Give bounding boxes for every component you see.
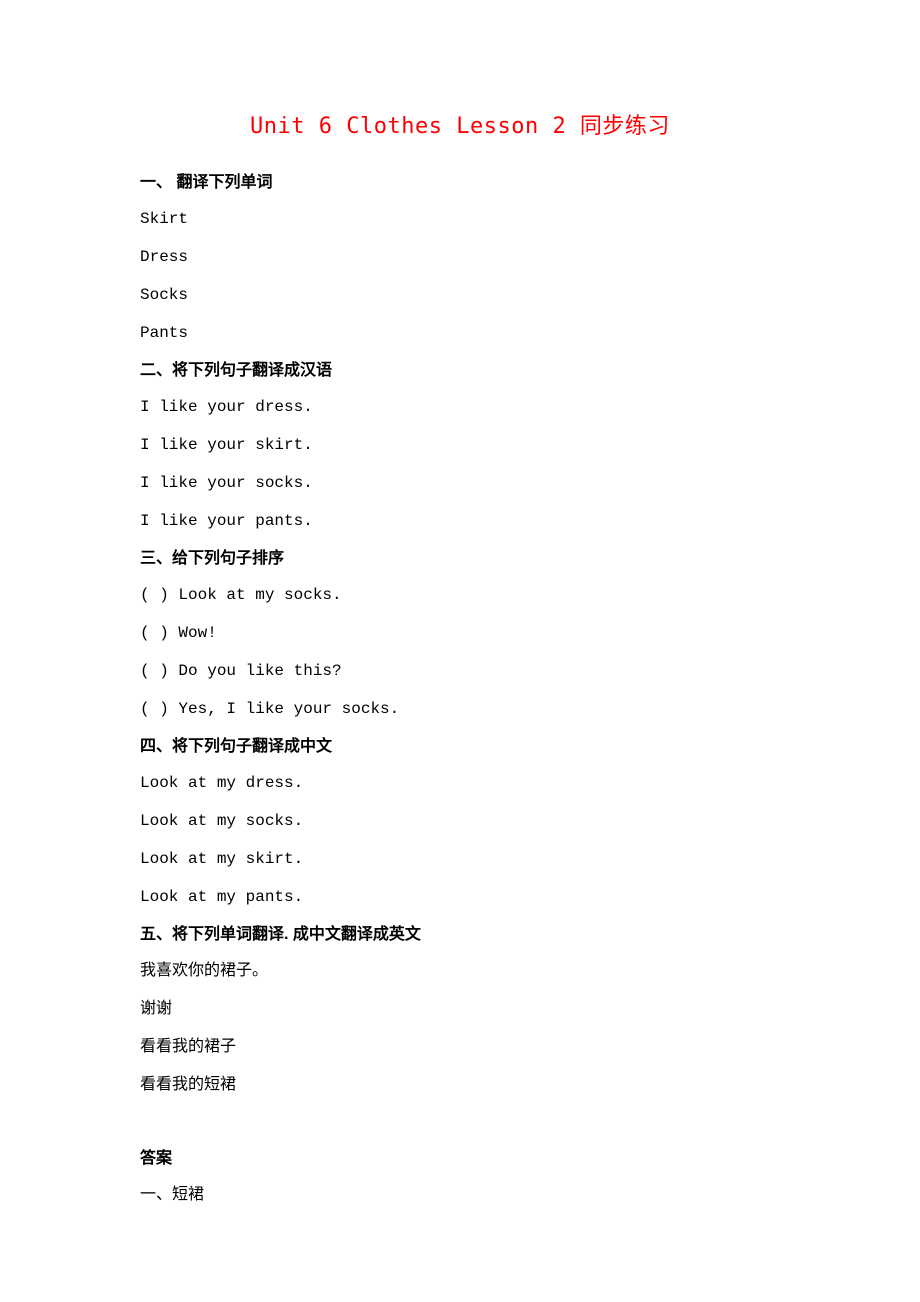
sentence-item: I like your dress. <box>140 395 780 419</box>
translation-item: 看看我的短裙 <box>140 1073 780 1097</box>
spacer <box>140 1111 780 1137</box>
sentence-item: Look at my socks. <box>140 809 780 833</box>
document-page: Unit 6 Clothes Lesson 2 同步练习 一、 翻译下列单词 S… <box>0 0 920 1302</box>
word-item: Socks <box>140 283 780 307</box>
section-4-heading: 四、将下列句子翻译成中文 <box>140 735 780 759</box>
sentence-item: I like your pants. <box>140 509 780 533</box>
answers-heading: 答案 <box>140 1147 780 1171</box>
section-3-heading: 三、给下列句子排序 <box>140 547 780 571</box>
sentence-item: I like your skirt. <box>140 433 780 457</box>
document-title: Unit 6 Clothes Lesson 2 同步练习 <box>140 110 780 143</box>
section-5-heading: 五、将下列单词翻译. 成中文翻译成英文 <box>140 923 780 947</box>
ordering-item: ( ) Look at my socks. <box>140 583 780 607</box>
sentence-item: I like your socks. <box>140 471 780 495</box>
section-1-heading: 一、 翻译下列单词 <box>140 171 780 195</box>
translation-item: 看看我的裙子 <box>140 1035 780 1059</box>
ordering-item: ( ) Wow! <box>140 621 780 645</box>
ordering-item: ( ) Do you like this? <box>140 659 780 683</box>
sentence-item: Look at my skirt. <box>140 847 780 871</box>
sentence-item: Look at my pants. <box>140 885 780 909</box>
sentence-item: Look at my dress. <box>140 771 780 795</box>
section-2-heading: 二、将下列句子翻译成汉语 <box>140 359 780 383</box>
translation-item: 我喜欢你的裙子。 <box>140 959 780 983</box>
ordering-item: ( ) Yes, I like your socks. <box>140 697 780 721</box>
answer-item: 一、短裙 <box>140 1183 780 1207</box>
word-item: Pants <box>140 321 780 345</box>
word-item: Skirt <box>140 207 780 231</box>
word-item: Dress <box>140 245 780 269</box>
translation-item: 谢谢 <box>140 997 780 1021</box>
